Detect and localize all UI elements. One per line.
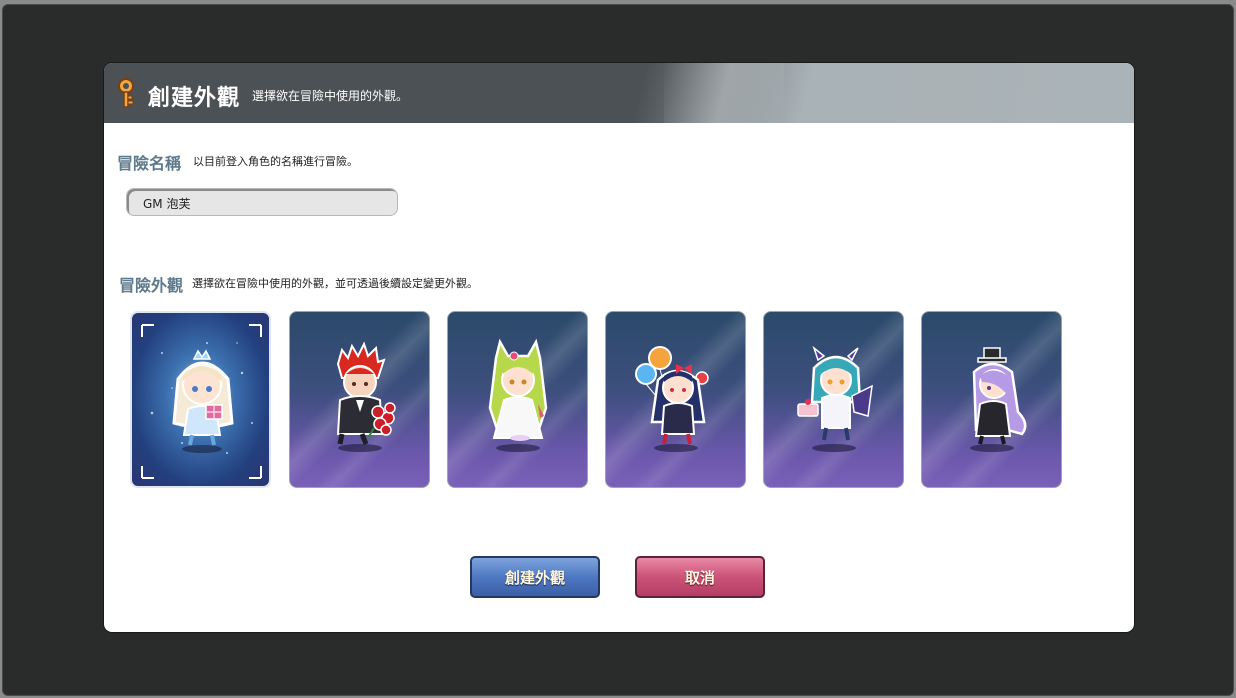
adventure-name-description: 以目前登入角色的名稱進行冒險。: [193, 155, 358, 168]
green-hair-cat-character: [488, 338, 548, 452]
purple-hair-top-hat-character: [970, 347, 1027, 452]
red-hair-rose-character: [336, 341, 396, 452]
balloon-girl-character: [635, 346, 709, 452]
look-card-6[interactable]: [921, 311, 1062, 488]
adventure-name-label: 冒險名稱: [117, 154, 182, 173]
look-card-1[interactable]: [130, 311, 271, 488]
adventure-name-field: GM 泡芙: [126, 188, 398, 216]
adventure-look-description: 選擇欲在冒險中使用的外觀，並可透過後續設定變更外觀。: [192, 277, 478, 290]
look-card-5[interactable]: [763, 311, 904, 488]
key-icon: [118, 78, 134, 108]
dialog-title: 創建外觀: [148, 85, 241, 111]
look-card-2[interactable]: [289, 311, 430, 488]
dialog-header: 創建外觀 選擇欲在冒險中使用的外觀。: [104, 63, 1134, 123]
look-card-3[interactable]: [447, 311, 588, 488]
teal-devil-cake-character: [797, 345, 873, 452]
dialog-subtitle: 選擇欲在冒險中使用的外觀。: [252, 89, 409, 103]
adventure-look-label: 冒險外觀: [119, 276, 184, 295]
create-look-dialog: 創建外觀 選擇欲在冒險中使用的外觀。 冒險名稱 以目前登入角色的名稱進行冒險。 …: [104, 63, 1134, 632]
create-look-button[interactable]: 創建外觀: [470, 556, 600, 598]
look-card-4[interactable]: [605, 311, 746, 488]
ice-princess-character: [141, 324, 262, 479]
cancel-button[interactable]: 取消: [635, 556, 765, 598]
